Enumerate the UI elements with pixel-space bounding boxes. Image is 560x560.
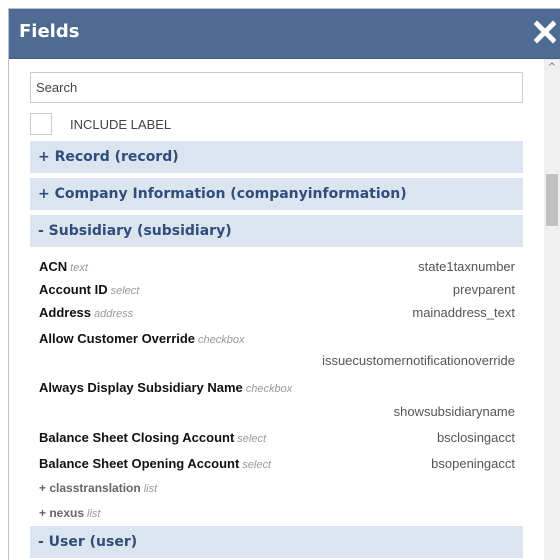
field-row[interactable]: Address address mainaddress_text (39, 305, 515, 320)
field-type: checkbox (198, 334, 245, 346)
field-row[interactable]: Account ID select prevparent (39, 282, 515, 297)
field-id: bsopeningacct (431, 456, 515, 471)
field-name: Balance Sheet Opening Account (39, 456, 240, 471)
field-type: select (242, 459, 272, 471)
subgroup-row[interactable]: + nexus list (39, 505, 515, 520)
field-id: prevparent (452, 282, 515, 297)
field-type: select (237, 433, 267, 445)
field-type: text (70, 262, 88, 274)
dialog-title: Fields (19, 21, 80, 42)
field-name: Account ID (39, 282, 108, 297)
section-user[interactable]: - User (user) (30, 526, 523, 558)
field-type: address (94, 308, 134, 320)
subgroup-type: list (143, 483, 158, 495)
subgroup-name: + classtranslation (39, 481, 141, 495)
include-label-text: INCLUDE LABEL (70, 117, 172, 132)
field-id: state1taxnumber (418, 259, 515, 274)
fields-dialog: Fields INCLUDE LABEL + Record (record) +… (8, 8, 560, 560)
field-name: ACN (39, 259, 68, 274)
field-type: checkbox (245, 383, 293, 395)
section-subsidiary[interactable]: - Subsidiary (subsidiary) (30, 215, 523, 247)
field-row[interactable]: Balance Sheet Closing Account select bscl… (39, 430, 515, 445)
close-icon[interactable] (533, 20, 557, 44)
subgroup-type: list (87, 508, 101, 520)
dialog-body: INCLUDE LABEL + Record (record) + Compan… (9, 59, 560, 560)
field-id: mainaddress_text (412, 305, 515, 320)
field-row[interactable]: Allow Customer Override checkbox issuecus… (39, 331, 515, 377)
field-type: select (110, 285, 140, 297)
subgroup-name: + nexus (39, 506, 85, 520)
scroll-up-icon[interactable]: ^ (546, 63, 558, 73)
section-company-information[interactable]: + Company Information (companyinformatio… (30, 178, 523, 210)
field-name: Address (39, 305, 92, 320)
field-name: Balance Sheet Closing Account (39, 430, 235, 445)
field-name: Allow Customer Override (39, 331, 196, 346)
section-record[interactable]: + Record (record) (30, 141, 523, 173)
scrollbar[interactable]: ^ (544, 59, 560, 560)
field-id: issuecustomernotificationoverride (322, 353, 515, 368)
subgroup-row[interactable]: + classtranslation list (39, 480, 515, 495)
dialog-header: Fields (9, 9, 560, 59)
field-row[interactable]: Balance Sheet Opening Account select bsop… (39, 456, 515, 471)
field-id: bsclosingacct (436, 430, 515, 445)
include-label-checkbox[interactable] (30, 113, 52, 135)
search-input[interactable] (30, 72, 523, 103)
field-row[interactable]: Always Display Subsidiary Name checkbox s… (39, 380, 515, 426)
field-name: Always Display Subsidiary Name (39, 380, 243, 395)
scrollbar-thumb[interactable] (546, 174, 558, 226)
field-row[interactable]: ACN text state1taxnumber (39, 259, 515, 274)
field-id: showsubsidiaryname (393, 404, 515, 419)
